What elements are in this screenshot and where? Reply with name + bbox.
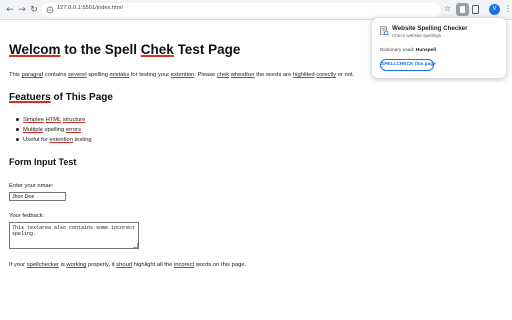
extension-icon — [460, 6, 465, 13]
dictionary-value: Hunspell — [415, 48, 437, 53]
text: highlight all the — [132, 262, 174, 268]
misspelled-word: paragraf — [21, 72, 44, 78]
misspelled-word: errors — [65, 127, 82, 133]
misspelled-word: severel — [67, 72, 87, 78]
misspelled-word: Welcom — [9, 42, 61, 57]
misspelled-word: spellchecker — [26, 262, 59, 268]
extension-popup: Website Spelling Checker Check website s… — [372, 18, 506, 78]
text: spelling — [42, 127, 66, 133]
text: spelling — [86, 72, 110, 78]
misspelled-word: HTML — [45, 117, 62, 123]
list-item: Multiple spelling errors — [16, 125, 92, 135]
misspelled-word: structure — [62, 117, 86, 123]
misspelled-word: extention — [170, 72, 195, 78]
list-item: Simplee HTML structure — [16, 115, 92, 125]
text: for testing your — [129, 72, 171, 78]
reload-icon[interactable]: ↻ — [28, 4, 40, 16]
popup-subtitle: Check website spellings — [392, 33, 442, 38]
text: testing — [72, 137, 92, 143]
text: This — [9, 72, 22, 78]
misspelled-word: wheather — [230, 72, 255, 78]
misspelled-word: highlited — [292, 72, 315, 78]
browser-toolbar: ← → ↻ 127.0.0.1:5501/index.html ☆ V ⋮ — [0, 0, 512, 20]
dictionary-info: Dictionary used: Hunspell — [380, 48, 436, 53]
forward-arrow-icon[interactable]: → — [16, 4, 28, 16]
popup-title: Website Spelling Checker — [392, 25, 468, 32]
profile-avatar[interactable]: V — [489, 4, 500, 15]
misspelled-word: extention — [49, 137, 73, 143]
spellcheck-button[interactable]: SPELLCHECK this page — [380, 59, 436, 71]
back-arrow-icon[interactable]: ← — [4, 4, 16, 16]
list-item: Useful for extention testing — [16, 135, 92, 145]
text: properly, it — [86, 262, 117, 268]
url-text: 127.0.0.1:5501/index.html — [57, 5, 123, 11]
title-text: Spell — [104, 42, 138, 57]
footer-paragraph: If your spellchecker is working properly… — [9, 262, 246, 268]
page-title: Welcom to the Spell Chek Test Page — [9, 42, 240, 57]
misspelled-word: Featuers — [9, 92, 51, 103]
misspelled-word: Simplee — [23, 117, 44, 123]
bullet-icon — [16, 117, 19, 121]
text: contains — [43, 72, 68, 78]
title-text: to the — [60, 42, 105, 57]
misspelled-word: working — [66, 262, 87, 268]
form-heading: Form Input Test — [9, 157, 77, 167]
site-info-icon[interactable] — [46, 6, 54, 14]
dictionary-label: Dictionary used: — [380, 48, 415, 53]
name-label: Enter your nmae: — [9, 183, 54, 189]
heading-text: of This Page — [50, 92, 113, 103]
resize-handle[interactable] — [133, 243, 138, 248]
side-panel-icon[interactable] — [472, 5, 479, 14]
misspelled-word: corectly — [316, 72, 337, 78]
title-text: Test Page — [173, 42, 241, 57]
text: Useful for — [23, 137, 50, 143]
spellcheck-logo-icon — [380, 26, 389, 36]
feedback-textarea[interactable]: This textarea also contains some incorec… — [9, 222, 139, 249]
misspelled-word: Chek — [140, 42, 174, 57]
bullet-icon — [16, 127, 19, 131]
misspelled-word: mistaks — [109, 72, 130, 78]
features-heading: Featuers of This Page — [9, 92, 113, 103]
text: or not. — [336, 72, 355, 78]
text: If your — [9, 262, 27, 268]
misspelled-word: chek — [216, 72, 230, 78]
feedback-label: Your fedback: — [9, 213, 45, 219]
text: words on this page. — [194, 262, 247, 268]
misspelled-word: Multiple — [23, 127, 43, 133]
intro-paragraph: This paragraf contains severel spelling … — [9, 72, 354, 78]
extension-button[interactable] — [456, 3, 469, 16]
bullet-icon — [16, 137, 19, 141]
text: the words are — [254, 72, 293, 78]
features-list: Simplee HTML structure Multiple spelling… — [16, 115, 92, 145]
name-input[interactable] — [9, 192, 66, 201]
misspelled-word: incorect — [173, 262, 195, 268]
misspelled-word: shoud — [116, 262, 133, 268]
bookmark-star-icon[interactable]: ☆ — [444, 4, 451, 13]
more-menu-icon[interactable]: ⋮ — [504, 4, 512, 14]
text: . Please — [194, 72, 217, 78]
